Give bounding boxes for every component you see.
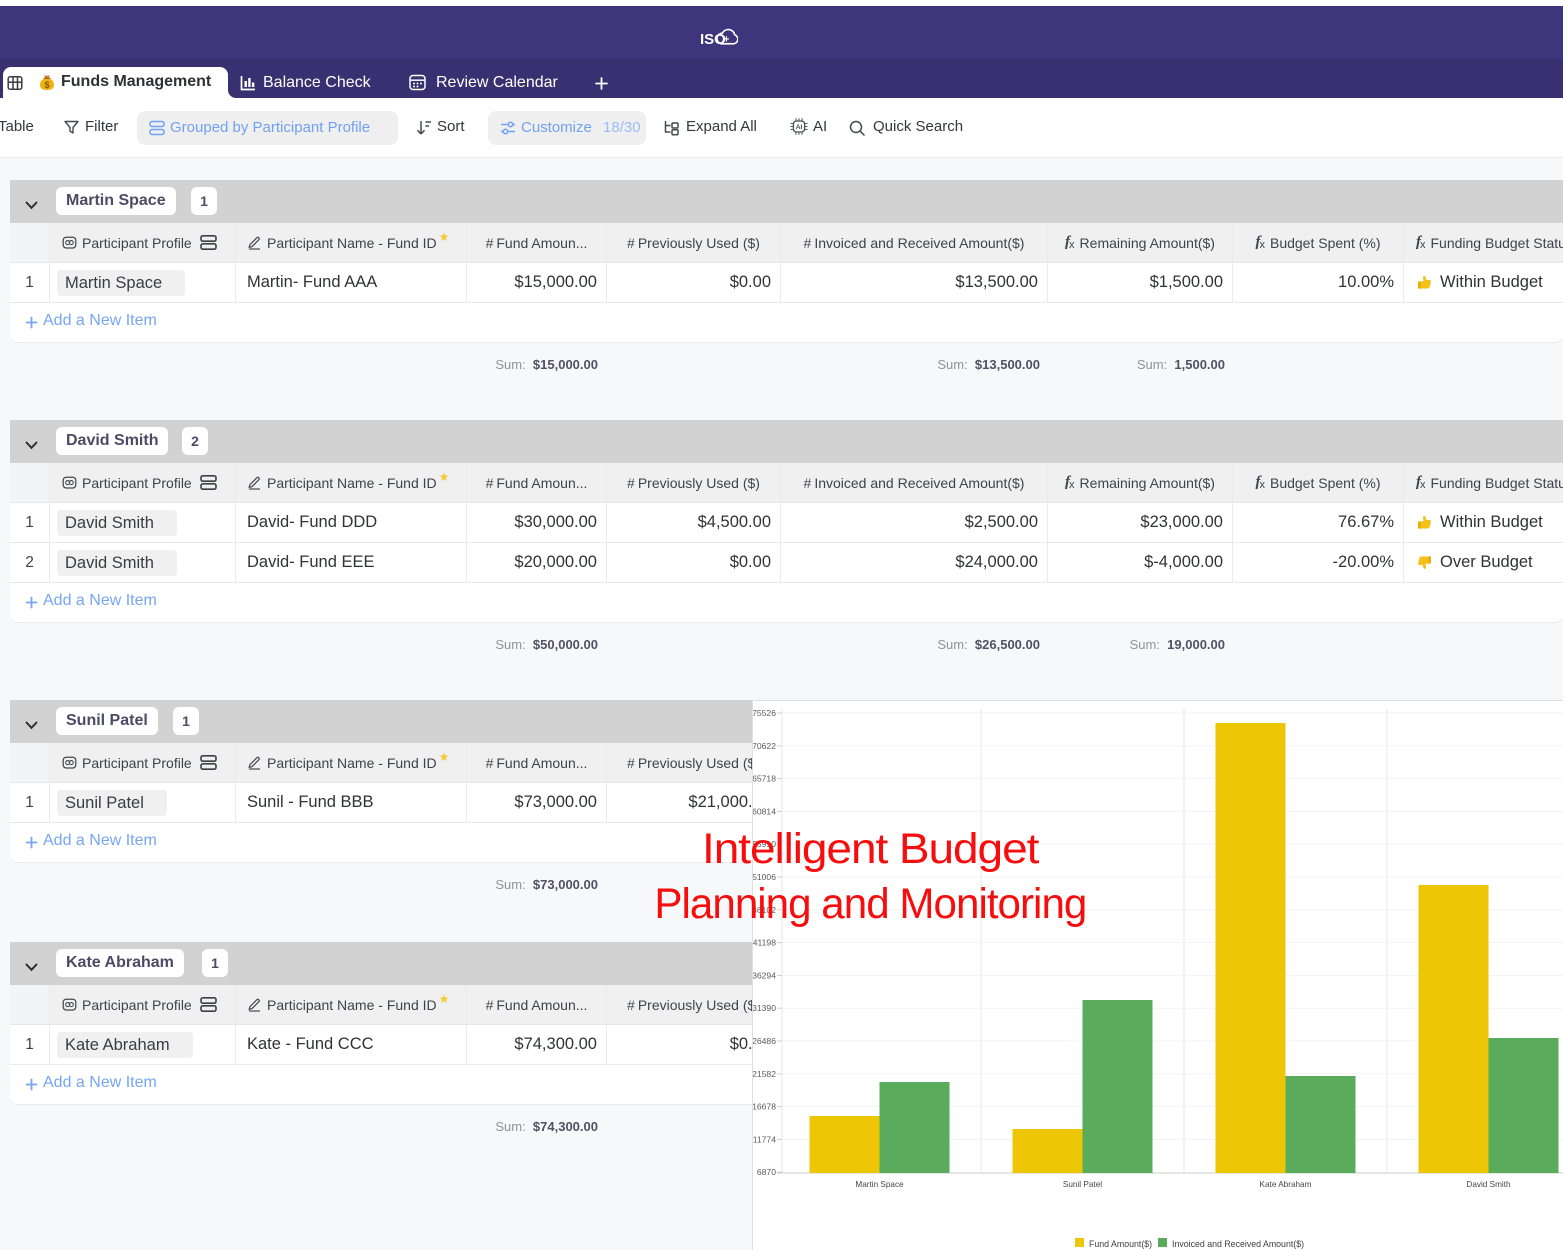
svg-text:+: +: [724, 35, 730, 46]
svg-text:Sunil Patel: Sunil Patel: [1063, 1180, 1102, 1189]
svg-text:21582: 21582: [753, 1069, 776, 1079]
svg-text:26486: 26486: [753, 1036, 776, 1046]
svg-text:36294: 36294: [753, 970, 776, 980]
svg-text:6870: 6870: [757, 1167, 776, 1177]
svg-text:Martin Space: Martin Space: [855, 1180, 904, 1189]
svg-text:60814: 60814: [753, 806, 776, 816]
svg-text:11774: 11774: [753, 1134, 776, 1144]
svg-text:75526: 75526: [753, 708, 776, 718]
svg-text:70622: 70622: [753, 741, 776, 751]
svg-text:AI: AI: [796, 124, 803, 131]
svg-text:41198: 41198: [753, 938, 776, 948]
svg-text:Fund Amount($): Fund Amount($): [1089, 1239, 1152, 1249]
svg-text:Kate Abraham: Kate Abraham: [1260, 1180, 1312, 1189]
svg-text:16678: 16678: [753, 1102, 776, 1112]
svg-text:David Smith: David Smith: [1466, 1180, 1511, 1189]
svg-text:65718: 65718: [753, 774, 776, 784]
svg-text:Invoiced and Received Amount($: Invoiced and Received Amount($): [1172, 1239, 1304, 1249]
svg-text:31390: 31390: [753, 1003, 776, 1013]
svg-text:$: $: [44, 80, 49, 90]
